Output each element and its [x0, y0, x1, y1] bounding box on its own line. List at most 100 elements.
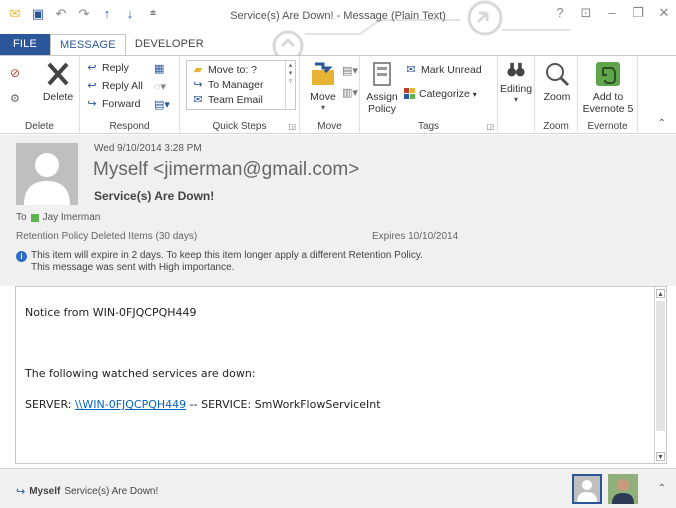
editing-label: Editing: [499, 83, 533, 95]
reply-status-icon: ↪: [16, 486, 26, 498]
evernote-label-line2: Evernote 5: [582, 103, 634, 115]
editing-button[interactable]: Editing ▾: [499, 60, 533, 104]
person-placeholder-icon: [24, 153, 70, 205]
move-button[interactable]: Move ▾: [306, 60, 340, 112]
zoom-button[interactable]: Zoom: [539, 60, 575, 103]
body-line-services: The following watched services are down:: [25, 367, 256, 380]
rules-icon[interactable]: ▤▾: [342, 64, 358, 77]
info-line-expire: This item will expire in 2 days. To keep…: [31, 250, 423, 261]
people-pane-sender: Myself: [29, 486, 61, 497]
evernote-group: Add to Evernote 5 Evernote: [578, 56, 638, 134]
zoom-label: Zoom: [543, 91, 571, 103]
ignore-icon[interactable]: ⊘: [10, 66, 20, 80]
quick-steps-scroll[interactable]: ▴ ▾ ▿: [285, 61, 295, 109]
info-line-importance: This message was sent with High importan…: [31, 262, 235, 273]
reply-all-button[interactable]: ↩ Reply All: [85, 80, 142, 92]
zoom-group: Zoom Zoom: [534, 56, 578, 134]
quick-step-move-to[interactable]: ▰ Move to: ?: [191, 64, 257, 76]
evernote-label-line1: Add to: [592, 91, 624, 103]
folder-move-icon: ▰: [193, 64, 203, 76]
categorize-button[interactable]: Categorize ▾: [404, 88, 477, 100]
reply-icon: ↩: [87, 62, 97, 74]
presence-indicator: [30, 213, 39, 222]
delete-button[interactable]: Delete: [40, 60, 76, 103]
more-respond-icon[interactable]: ▤▾: [154, 98, 170, 111]
scroll-up-arrow-icon[interactable]: ▲: [656, 289, 665, 298]
recipient-name[interactable]: Jay Imerman: [43, 212, 101, 223]
delete-group: ⊘ ⚙ Delete Delete: [0, 56, 80, 134]
collapse-ribbon-icon[interactable]: ⌃: [658, 118, 666, 129]
editing-group: Editing ▾: [498, 56, 534, 134]
tab-file[interactable]: FILE: [0, 34, 50, 56]
tags-launcher-icon[interactable]: ◲: [486, 122, 494, 131]
reply-button[interactable]: ↩ Reply: [85, 62, 129, 74]
expand-people-pane-icon[interactable]: ⌃: [658, 483, 666, 494]
forward-icon: ↪: [87, 98, 97, 110]
people-pane-subject: Service(s) Are Down!: [64, 486, 159, 497]
person-placeholder-icon: [577, 480, 597, 502]
mark-unread-button[interactable]: ✉ Mark Unread: [404, 64, 481, 76]
ribbon-display-button[interactable]: ⊡: [580, 5, 592, 21]
quick-steps-launcher-icon[interactable]: ◲: [288, 122, 296, 131]
title-bar: ✉ ▣ ↶ ↷ ↑ ↓ ⩧ Service(s) Are Down! - Mes…: [0, 0, 676, 60]
cleanup-icon[interactable]: ⚙: [10, 92, 20, 105]
restore-button[interactable]: ❐: [632, 5, 644, 21]
categorize-label: Categorize: [419, 88, 470, 100]
delete-group-label: Delete: [25, 121, 54, 132]
meeting-icon[interactable]: ▦: [154, 62, 164, 75]
move-folder-icon: [312, 62, 334, 85]
vertical-scrollbar[interactable]: ▲ ▼: [654, 287, 666, 463]
sender-thumbnail[interactable]: [572, 474, 602, 504]
binoculars-icon: [507, 62, 525, 77]
zoom-group-label: Zoom: [543, 121, 569, 132]
tags-group: Assign Policy ✉ Mark Unread Categorize ▾…: [360, 56, 498, 134]
quick-step-team-email[interactable]: ✉ Team Email: [191, 94, 262, 106]
info-icon: i: [16, 251, 27, 262]
respond-group-label: Respond: [109, 121, 150, 132]
tab-message[interactable]: MESSAGE: [50, 34, 126, 56]
sender-address[interactable]: Myself <jimerman@gmail.com>: [93, 159, 359, 181]
mark-unread-icon: ✉: [406, 64, 416, 76]
forward-button[interactable]: ↪ Forward: [85, 98, 141, 110]
quick-step-to-manager[interactable]: ↪ To Manager: [191, 79, 263, 91]
tab-developer[interactable]: DEVELOPER: [126, 34, 213, 56]
info-bar[interactable]: i This item will expire in 2 days. To ke…: [16, 250, 423, 274]
close-button[interactable]: ✕: [658, 5, 670, 21]
assign-label-line1: Assign: [366, 91, 398, 103]
body-line-server: SERVER: \\WIN-0FJQCPQH449 -- SERVICE: Sm…: [25, 398, 381, 411]
assign-policy-button[interactable]: Assign Policy: [366, 60, 398, 115]
instant-message-icon[interactable]: ◌▾: [154, 80, 166, 93]
ribbon-tabs: FILE MESSAGE DEVELOPER: [0, 34, 676, 56]
tags-group-label: Tags: [417, 121, 440, 132]
quick-steps-gallery: ▰ Move to: ? ↪ To Manager ✉ Team Email ▴…: [186, 60, 296, 110]
message-body[interactable]: Notice from WIN-0FJQCPQH449 The followin…: [15, 286, 667, 464]
move-label: Move: [310, 91, 336, 103]
quick-step-label: Move to: ?: [208, 64, 258, 76]
ribbon: ⊘ ⚙ Delete Delete ↩ Reply ↩ Reply All ↪ …: [0, 55, 676, 134]
reply-label: Reply: [102, 62, 129, 74]
minimize-button[interactable]: –: [606, 5, 618, 21]
quick-step-label: To Manager: [208, 79, 264, 91]
scroll-down-arrow-icon[interactable]: ▼: [656, 452, 665, 461]
actions-icon[interactable]: ▥▾: [342, 86, 358, 99]
message-header: Wed 9/10/2014 3:28 PM Myself <jimerman@g…: [0, 135, 676, 286]
move-group-label: Move: [317, 121, 342, 132]
delete-label: Delete: [42, 91, 74, 103]
team-email-icon: ✉: [193, 94, 203, 106]
sender-avatar: [16, 143, 78, 205]
to-label: To: [16, 212, 27, 223]
assign-policy-icon: [373, 62, 391, 86]
body-line-notice: Notice from WIN-0FJQCPQH449: [25, 306, 197, 319]
quick-steps-group-label: Quick Steps: [212, 121, 267, 132]
delete-x-icon: [47, 62, 69, 86]
evernote-icon: [596, 62, 620, 86]
help-button[interactable]: ?: [554, 5, 566, 21]
message-subject: Service(s) Are Down!: [94, 189, 215, 203]
server-link[interactable]: \\WIN-0FJQCPQH449: [75, 398, 186, 411]
scroll-thumb[interactable]: [656, 301, 665, 431]
forward-label: Forward: [102, 98, 141, 110]
add-to-evernote-button[interactable]: Add to Evernote 5: [580, 60, 636, 115]
recipient-photo-thumbnail[interactable]: [608, 474, 638, 504]
people-pane-summary[interactable]: ↪ Myself Service(s) Are Down!: [16, 485, 158, 498]
people-pane: ↪ Myself Service(s) Are Down! ⌃: [0, 468, 676, 508]
